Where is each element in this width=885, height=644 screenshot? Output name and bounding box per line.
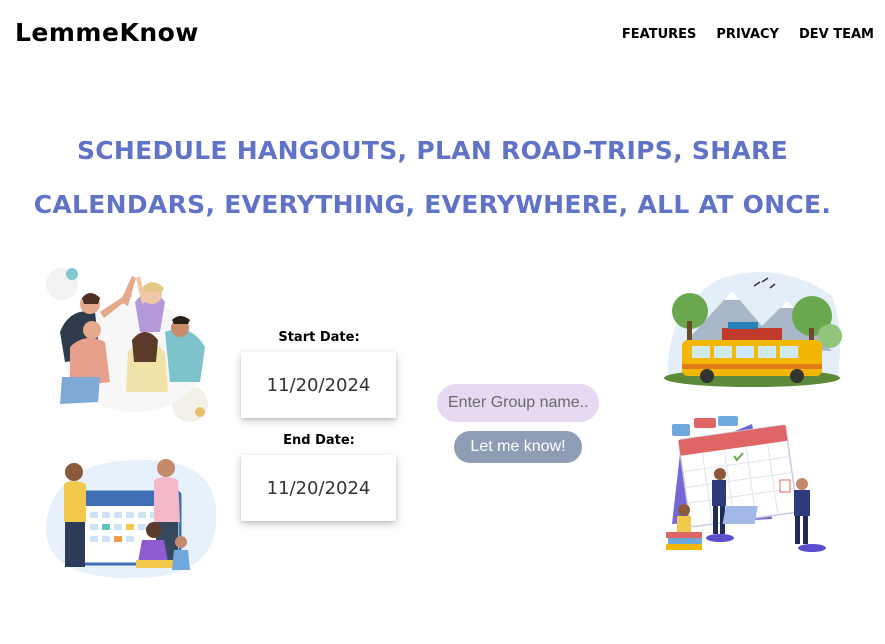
end-date-label: End Date: <box>283 433 355 448</box>
group-name-input[interactable] <box>437 384 599 422</box>
roadtrip-bus-illustration <box>664 272 842 387</box>
brand-logo[interactable]: LemmeKnow <box>15 18 199 47</box>
start-date-field[interactable]: 11/20/2024 <box>241 352 396 418</box>
planning-calendar-illustration <box>666 416 826 552</box>
calendar-people-illustration <box>45 459 217 579</box>
end-date-field[interactable]: 11/20/2024 <box>241 455 396 521</box>
hero-line-1: SCHEDULE HANGOUTS, PLAN ROAD-TRIPS, SHAR… <box>76 136 788 165</box>
hero-line-2: CALENDARS, EVERYTHING, EVERYWHERE, ALL A… <box>33 190 832 219</box>
top-nav: FEATURES PRIVACY DEV TEAM <box>622 27 874 42</box>
nav-features[interactable]: FEATURES <box>622 27 697 42</box>
nav-dev-team[interactable]: DEV TEAM <box>799 27 874 42</box>
hero-headline: SCHEDULE HANGOUTS, PLAN ROAD-TRIPS, SHAR… <box>0 124 865 232</box>
nav-privacy[interactable]: PRIVACY <box>716 27 779 42</box>
start-date-label: Start Date: <box>278 330 360 345</box>
let-me-know-button[interactable]: Let me know! <box>454 431 582 463</box>
friends-highfive-illustration <box>46 268 208 422</box>
